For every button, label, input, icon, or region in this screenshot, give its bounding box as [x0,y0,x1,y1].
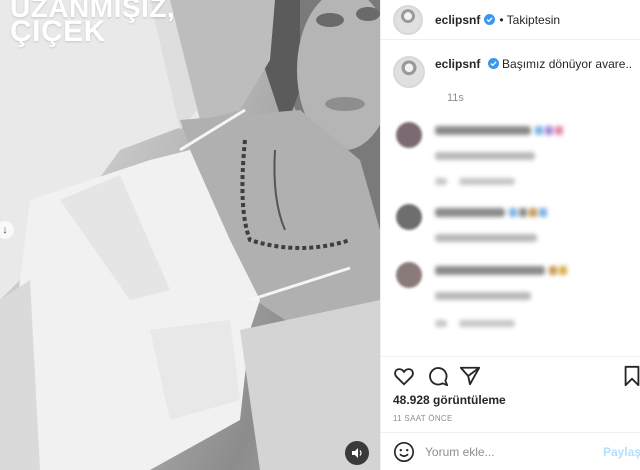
post-photo [0,0,380,470]
avatar[interactable] [396,262,422,288]
blurred-reply-text[interactable] [459,320,515,327]
overlay-title-line2: ÇIÇEK [10,15,106,48]
list-item [393,262,633,342]
header-username[interactable]: eclipsnf [435,13,480,27]
blurred-reply-text[interactable] [459,178,515,185]
bookmark-icon[interactable] [621,365,640,387]
post-media[interactable]: UZANMIŞIZ, ÇIÇEK ↓ [0,0,380,470]
paper-plane-icon[interactable] [459,365,481,387]
post-header: eclipsnf • Takiptesin [381,0,640,40]
caption-timestamp[interactable]: 11s [447,92,464,104]
avatar[interactable] [396,122,422,148]
blurred-reply-line [435,178,447,185]
blurred-meta [435,234,537,242]
list-item [393,122,633,192]
add-comment-bar: Paylaş [381,432,640,470]
blurred-meta [435,152,535,160]
verified-badge-icon [487,58,499,69]
avatar[interactable] [393,4,423,35]
blurred-reply-line [435,320,447,327]
comment-bubble-icon[interactable] [427,365,449,387]
caption-username[interactable]: eclipsnf [435,57,480,71]
blurred-username[interactable] [435,266,567,275]
comment-input[interactable] [425,444,595,459]
view-count[interactable]: 48.928 görüntüleme [393,393,506,407]
caption-text: Başımız dönüyor avare... [502,57,633,71]
blurred-username[interactable] [435,208,547,217]
avatar[interactable] [393,56,425,88]
speaker-icon [352,448,362,458]
post-timestamp[interactable]: 11 SAAT ÖNCE [393,414,453,423]
mute-button[interactable] [345,441,369,465]
verified-badge-icon [484,14,496,25]
heart-icon[interactable] [393,365,415,387]
follow-status[interactable]: • Takiptesin [499,13,560,27]
share-comment-button[interactable]: Paylaş [603,445,640,459]
blurred-username[interactable] [435,126,563,135]
caption: eclipsnf Başımız dönüyor avare... 11s [393,56,633,104]
blurred-meta [435,292,531,300]
avatar[interactable] [396,204,422,230]
emoji-icon[interactable] [393,441,415,463]
post-side-panel: eclipsnf • Takiptesin eclipsnf Başımız d… [380,0,640,470]
